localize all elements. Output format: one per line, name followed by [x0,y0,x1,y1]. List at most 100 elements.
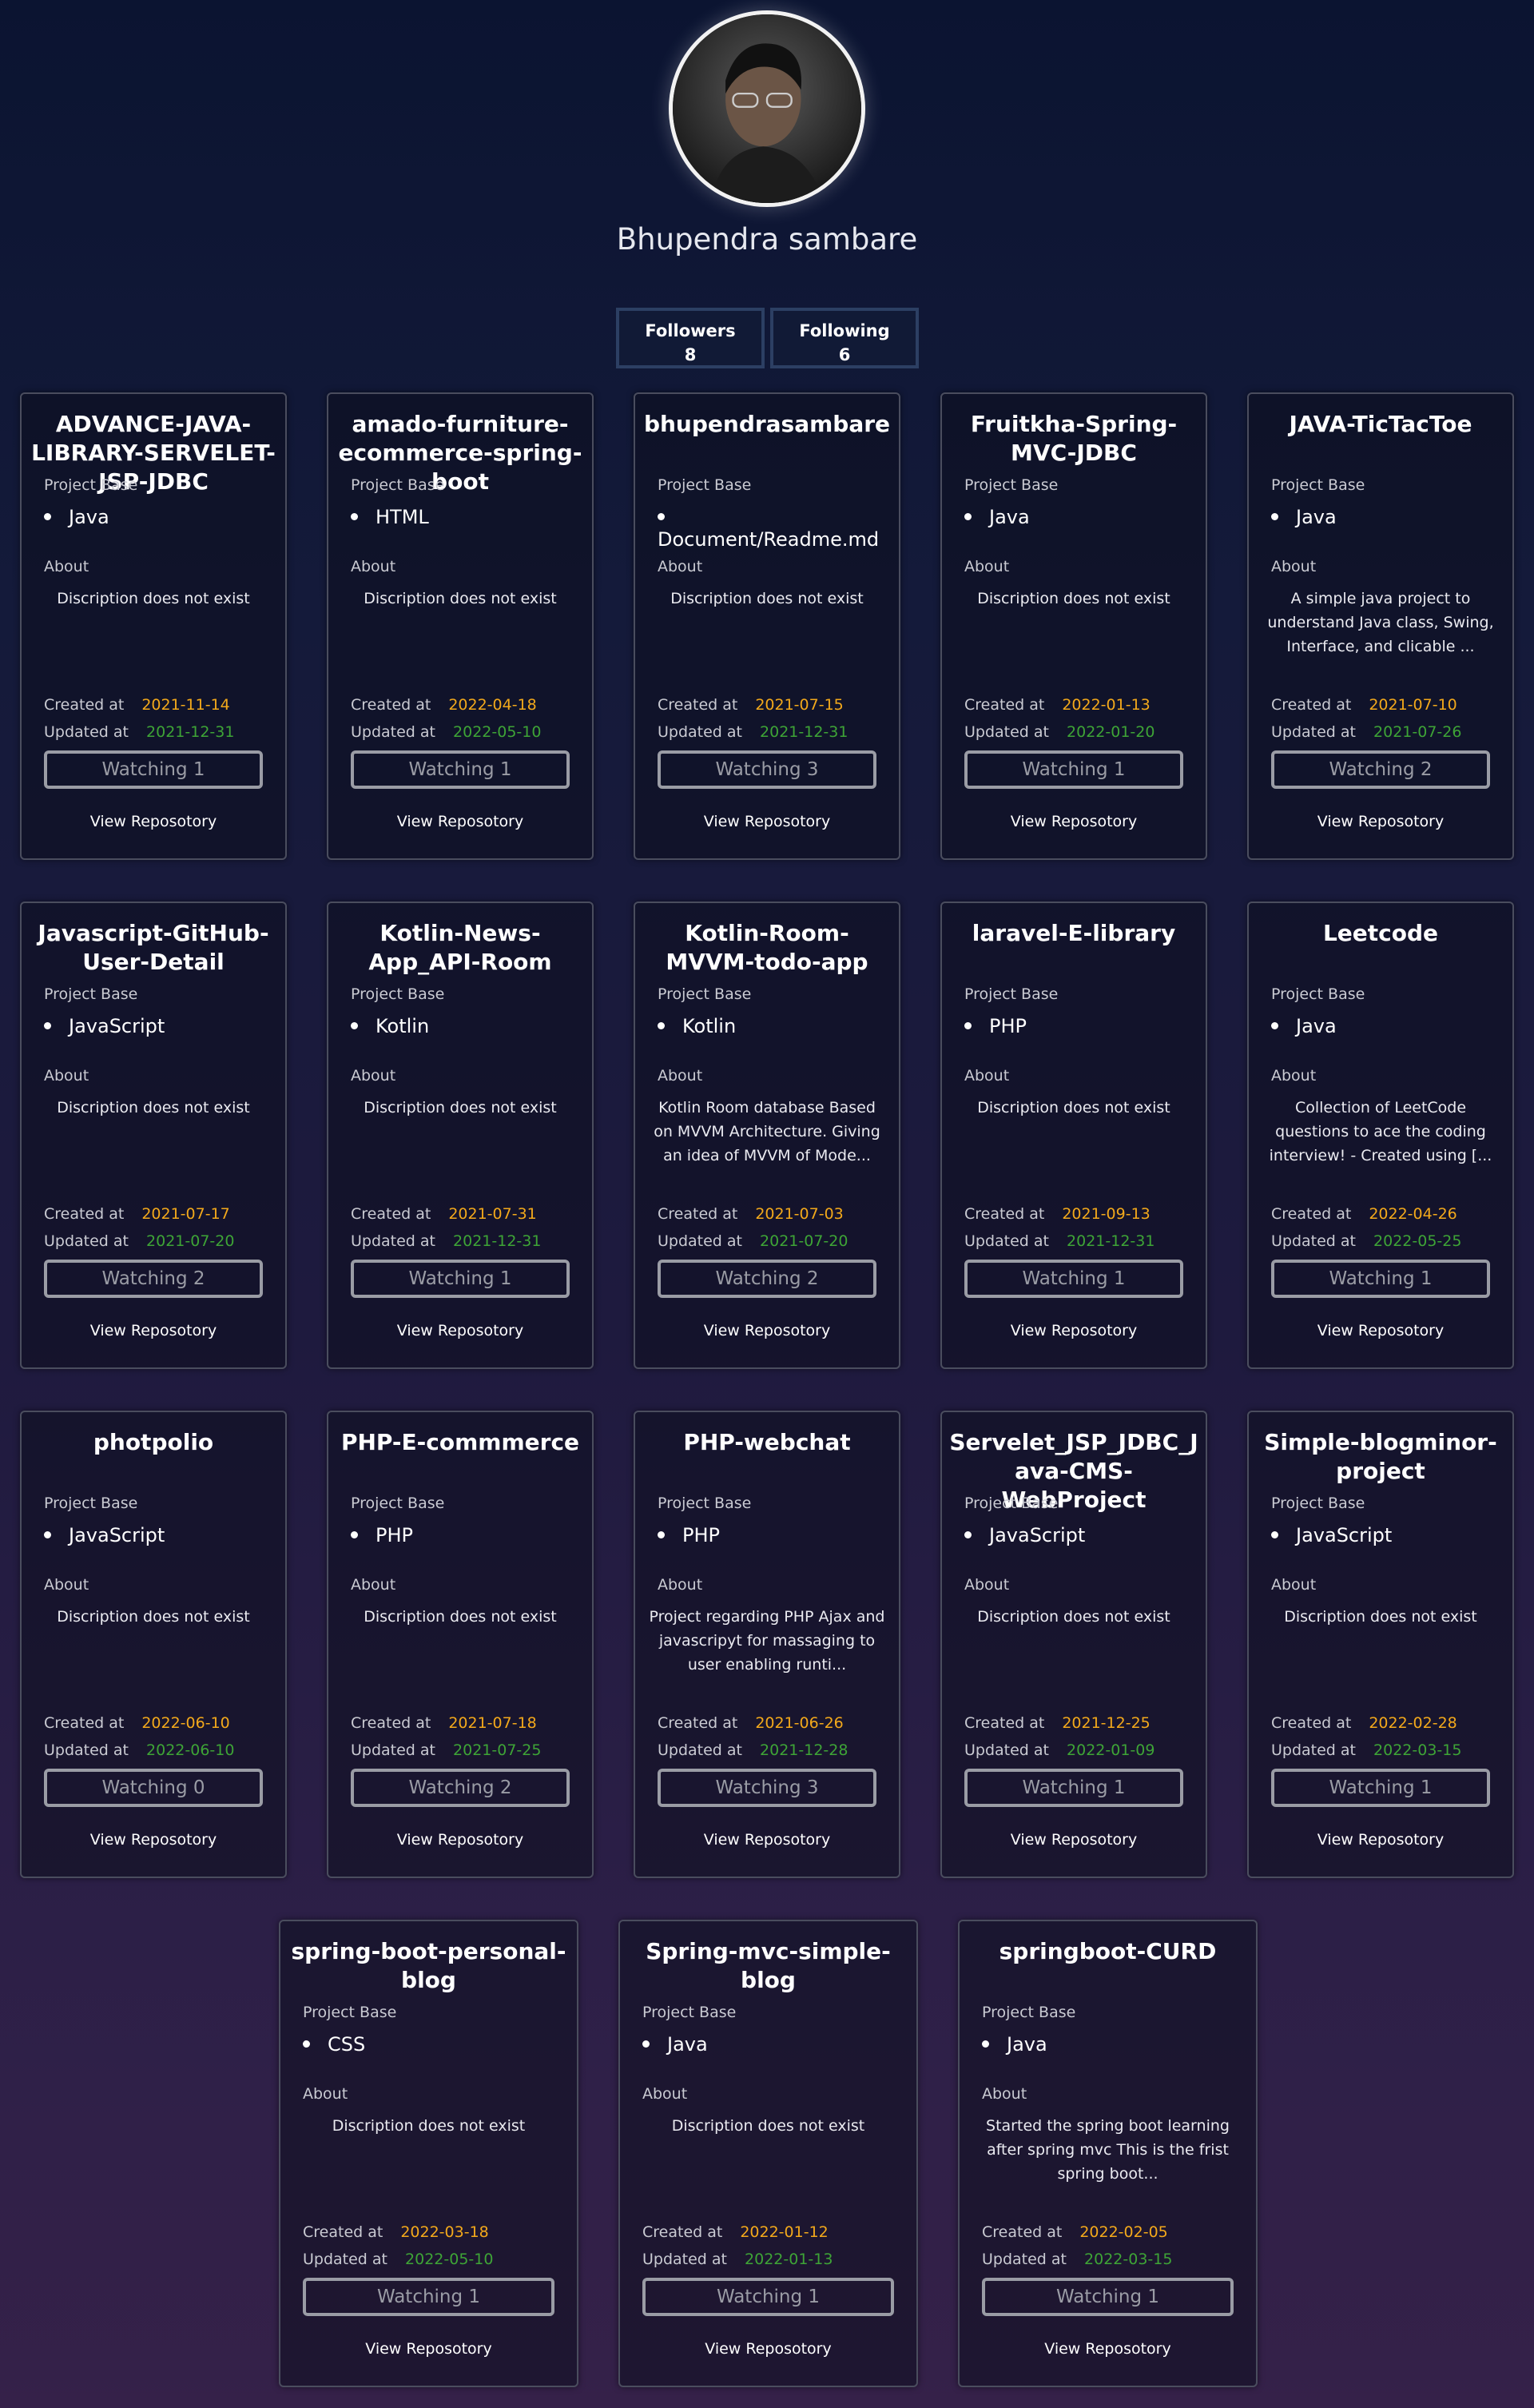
bullet-icon [351,1021,358,1029]
created-label: Created at [1271,1714,1352,1732]
about-text: Discription does not exist [977,1099,1170,1116]
created-date: 2021-07-31 [448,1205,537,1223]
watching-button[interactable]: Watching 1 [351,750,570,789]
updated-row: Updated at 2021-12-31 [658,723,848,741]
bullet-icon [44,1530,51,1538]
created-date: 2021-06-26 [755,1714,844,1732]
view-repository-link[interactable]: View Reposotory [22,1831,285,1849]
about-text: Discription does not exist [57,1099,250,1116]
project-base-language: Document/Readme.md [658,528,880,551]
updated-date: 2022-05-10 [405,2251,494,2268]
created-date: 2021-07-18 [448,1714,537,1732]
updated-label: Updated at [658,1232,743,1250]
view-repository-link[interactable]: View Reposotory [635,1831,899,1849]
bullet-icon [982,2040,989,2048]
updated-date: 2021-12-31 [1067,1232,1155,1250]
watching-button[interactable]: Watching 1 [982,2278,1234,2316]
created-date: 2022-06-10 [141,1714,230,1732]
project-base-language: Java [1007,2033,1047,2056]
view-repository-link[interactable]: View Reposotory [1249,1322,1512,1339]
created-row: Created at 2022-04-26 [1271,1205,1457,1223]
created-row: Created at 2022-03-18 [303,2223,489,2241]
created-label: Created at [303,2223,384,2241]
watching-button[interactable]: Watching 2 [351,1769,570,1807]
project-base-language: Java [667,2033,708,2056]
about-label: About [658,1067,703,1085]
watching-button[interactable]: Watching 1 [964,1260,1183,1298]
view-repository-link[interactable]: View Reposotory [620,2340,916,2358]
updated-date: 2021-12-28 [760,1741,848,1759]
about-label: About [44,1067,89,1085]
watching-button[interactable]: Watching 1 [303,2278,554,2316]
updated-label: Updated at [1271,1741,1357,1759]
project-base-language: CSS [328,2033,366,2056]
created-label: Created at [351,696,431,714]
view-repository-link[interactable]: View Reposotory [635,1322,899,1339]
created-row: Created at 2022-01-13 [964,696,1150,714]
view-repository-link[interactable]: View Reposotory [328,813,592,830]
project-base-value: JavaScript [1271,1524,1392,1546]
view-repository-link[interactable]: View Reposotory [942,813,1206,830]
project-base-label: Project Base [303,2004,397,2021]
watching-button[interactable]: Watching 1 [1271,1769,1490,1807]
following-badge[interactable]: Following 6 [770,308,919,368]
project-base-label: Project Base [351,1495,445,1512]
watching-button[interactable]: Watching 0 [44,1769,263,1807]
about-text: Collection of LeetCode questions to ace … [1269,1099,1492,1164]
watching-button[interactable]: Watching 2 [658,1260,876,1298]
created-date: 2022-03-18 [400,2223,489,2241]
watching-button[interactable]: Watching 2 [44,1260,263,1298]
bullet-icon [964,1530,972,1538]
project-base-label: Project Base [964,985,1059,1003]
repo-card: PHP-E-commmerce Project Base PHP About D… [327,1411,594,1878]
view-repository-link[interactable]: View Reposotory [942,1322,1206,1339]
view-repository-link[interactable]: View Reposotory [1249,813,1512,830]
updated-row: Updated at 2022-03-15 [982,2251,1172,2268]
watching-button[interactable]: Watching 2 [1271,750,1490,789]
project-base-value: Document/Readme.md [658,506,899,551]
watching-button[interactable]: Watching 3 [658,750,876,789]
view-repository-link[interactable]: View Reposotory [22,813,285,830]
updated-row: Updated at 2021-07-20 [44,1232,234,1250]
project-base-language: JavaScript [1296,1524,1393,1546]
repo-card: amado-furniture-ecommerce-spring-boot Pr… [327,392,594,860]
updated-date: 2022-06-10 [146,1741,235,1759]
watching-button[interactable]: Watching 1 [351,1260,570,1298]
about-text: Discription does not exist [977,590,1170,607]
repo-title: spring-boot-personal-blog [291,1938,566,1993]
repo-card: Kotlin-News-App_API-Room Project Base Ko… [327,902,594,1369]
about-text: Discription does not exist [57,590,250,607]
project-base-value: Java [982,2033,1047,2056]
project-base-label: Project Base [982,2004,1076,2021]
watching-button[interactable]: Watching 1 [642,2278,894,2316]
project-base-language: PHP [682,1524,720,1546]
watching-button[interactable]: Watching 1 [964,1769,1183,1807]
project-base-value: JavaScript [964,1524,1085,1546]
watching-button[interactable]: Watching 1 [964,750,1183,789]
avatar-photo [673,14,861,203]
view-repository-link[interactable]: View Reposotory [328,1831,592,1849]
about-label: About [351,1576,396,1594]
watching-button[interactable]: Watching 3 [658,1769,876,1807]
about-label: About [658,1576,703,1594]
view-repository-link[interactable]: View Reposotory [22,1322,285,1339]
view-repository-link[interactable]: View Reposotory [328,1322,592,1339]
project-base-value: Java [642,2033,708,2056]
about-label: About [658,558,703,575]
created-row: Created at 2021-07-03 [658,1205,844,1223]
updated-date: 2021-07-20 [146,1232,235,1250]
followers-badge[interactable]: Followers 8 [616,308,765,368]
created-date: 2021-09-13 [1062,1205,1150,1223]
view-repository-link[interactable]: View Reposotory [942,1831,1206,1849]
view-repository-link[interactable]: View Reposotory [960,2340,1256,2358]
watching-button[interactable]: Watching 1 [44,750,263,789]
created-label: Created at [44,1205,125,1223]
project-base-value: PHP [964,1015,1027,1037]
view-repository-link[interactable]: View Reposotory [1249,1831,1512,1849]
view-repository-link[interactable]: View Reposotory [635,813,899,830]
view-repository-link[interactable]: View Reposotory [280,2340,577,2358]
updated-label: Updated at [964,1741,1050,1759]
updated-label: Updated at [351,723,436,741]
project-base-label: Project Base [1271,476,1365,494]
watching-button[interactable]: Watching 1 [1271,1260,1490,1298]
